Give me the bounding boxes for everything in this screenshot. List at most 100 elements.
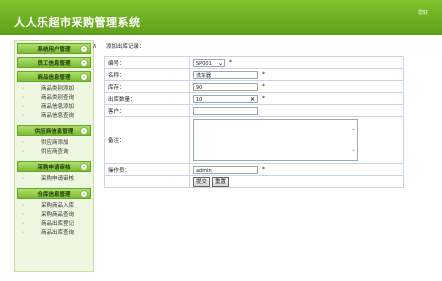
sidebar-item-label: 采购申请审核 xyxy=(41,176,75,182)
app-header: 人人乐超市采购管理系统 您好 xyxy=(0,0,442,35)
stock-cell: 90 * xyxy=(189,80,404,93)
app-title: 人人乐超市采购管理系统 xyxy=(14,16,141,29)
bullet-icon: ◦ xyxy=(22,104,25,110)
form-row-code: 编号： SP001 ⌄ * xyxy=(104,56,404,69)
sidebar-item-list: ◦ 采购申请审核 xyxy=(15,175,93,184)
operator-label: 操作员： xyxy=(104,163,190,176)
sidebar-section-label: 系统用户管理 xyxy=(37,46,71,53)
sidebar-section-1[interactable]: 员工信息管理 « xyxy=(17,57,91,68)
code-select[interactable]: SP001 ⌄ xyxy=(193,58,225,67)
sidebar-item[interactable]: ◦ 供应商查询 xyxy=(15,148,93,157)
scroll-up-icon[interactable]: ⌃ xyxy=(351,128,356,135)
code-cell: SP001 ⌄ * xyxy=(189,56,404,69)
customer-cell xyxy=(189,104,404,117)
collapse-toggle-icon[interactable]: » xyxy=(80,190,88,198)
submit-button[interactable]: 提交 xyxy=(193,176,211,187)
out-qty-label: 出库数量： xyxy=(104,92,190,105)
operator-input[interactable]: admin xyxy=(193,165,258,174)
sidebar-section-5[interactable]: 仓库信息管理 » xyxy=(17,188,91,199)
form-row-stock: 库存： 90 * xyxy=(104,80,404,93)
code-label: 编号： xyxy=(104,56,190,69)
sidebar-item-label: 商品类别查询 xyxy=(41,95,75,101)
collapse-toggle-icon[interactable]: » xyxy=(80,73,88,81)
sidebar-item[interactable]: ◦ 商品信息添加 xyxy=(15,103,93,112)
required-mark: * xyxy=(262,166,265,173)
actions-cell: 提交 重置 xyxy=(189,175,404,188)
sidebar-item[interactable]: ◦ 商品出库登记 xyxy=(15,220,93,229)
code-select-value: SP001 xyxy=(196,60,212,67)
clear-icon[interactable]: × xyxy=(250,96,255,104)
form-row-remark: 备注： ⌃ ⌄ xyxy=(104,116,404,164)
form-row-name: 名称： 洗车器 * xyxy=(104,68,404,81)
customer-label: 客户： xyxy=(104,104,190,117)
form-row-customer: 客户： xyxy=(104,104,404,117)
bullet-icon: ◦ xyxy=(22,113,25,119)
sidebar-section-label: 采购申请审核 xyxy=(37,164,71,171)
remark-cell: ⌃ ⌄ xyxy=(189,116,404,164)
stock-label: 库存： xyxy=(104,80,190,93)
sidebar-item-list: ◦ 供应商添加 ◦ 供应商查询 xyxy=(15,139,93,157)
form-row-out-qty: 出库数量： 10 × * xyxy=(104,92,404,105)
remark-textarea[interactable]: ⌃ ⌄ xyxy=(193,119,358,161)
sidebar-section-3[interactable]: 供应商信息管理 » xyxy=(17,125,91,136)
required-mark: * xyxy=(262,95,265,102)
sidebar-section-label: 供应商信息管理 xyxy=(34,128,74,135)
collapse-up-icon[interactable]: ∧ xyxy=(92,42,97,50)
sidebar-section-4[interactable]: 采购申请审核 » xyxy=(17,161,91,172)
sidebar-section-0[interactable]: 系统用户管理 « xyxy=(17,43,91,54)
bullet-icon: ◦ xyxy=(22,149,25,155)
sidebar-item[interactable]: ◦ 供应商添加 xyxy=(15,139,93,148)
actions-label-cell xyxy=(104,175,190,188)
bullet-icon: ◦ xyxy=(22,203,25,209)
collapse-toggle-icon[interactable]: » xyxy=(80,127,88,135)
form-row-actions: 提交 重置 xyxy=(104,175,404,188)
remark-label: 备注： xyxy=(104,116,190,164)
out-qty-value: 10 xyxy=(196,96,203,103)
sidebar-item[interactable]: ◦ 采购商品查询 xyxy=(15,211,93,220)
add-outbound-form: 编号： SP001 ⌄ * 名称： 洗车器 * 库存： 90 * 出库数量： 10 × * … xyxy=(104,56,404,188)
sidebar-item-label: 供应商查询 xyxy=(41,149,69,155)
stock-input[interactable]: 90 xyxy=(193,82,258,91)
sidebar-item[interactable]: ◦ 商品出库查询 xyxy=(15,229,93,238)
required-mark: * xyxy=(262,83,265,90)
bullet-icon: ◦ xyxy=(22,176,25,182)
name-input[interactable]: 洗车器 xyxy=(193,70,258,79)
required-mark: * xyxy=(262,71,265,78)
out-qty-cell: 10 × * xyxy=(189,92,404,105)
sidebar-section-2[interactable]: 商品信息管理 » xyxy=(17,71,91,82)
sidebar-item-label: 商品类别添加 xyxy=(41,86,75,92)
collapse-toggle-icon[interactable]: » xyxy=(80,163,88,171)
bullet-icon: ◦ xyxy=(22,86,25,92)
collapse-toggle-icon[interactable]: « xyxy=(80,45,88,53)
out-qty-input[interactable]: 10 × xyxy=(193,94,258,104)
customer-input[interactable] xyxy=(193,106,258,115)
sidebar-item-label: 商品出库查询 xyxy=(41,230,75,236)
sidebar-section-label: 员工信息管理 xyxy=(37,60,71,67)
chevron-down-icon: ⌄ xyxy=(217,59,223,67)
sidebar-item-label: 商品出库登记 xyxy=(41,221,75,227)
sidebar-item-list: ◦ 商品类别添加 ◦ 商品类别查询 ◦ 商品信息添加 ◦ 商品信息查询 xyxy=(15,85,93,121)
sidebar-item[interactable]: ◦ 商品类别查询 xyxy=(15,94,93,103)
sidebar-section-label: 仓库信息管理 xyxy=(37,191,71,198)
sidebar-item-label: 商品信息添加 xyxy=(41,104,75,110)
page-heading: 添加出库记录： xyxy=(106,44,145,50)
sidebar-item[interactable]: ◦ 采购申请审核 xyxy=(15,175,93,184)
sidebar: 系统用户管理 « 员工信息管理 « 商品信息管理 » ◦ 商品类别添加 ◦ 商品类别查询 ◦ 商品信息… xyxy=(14,40,94,272)
header-user-link[interactable]: 您好 xyxy=(418,9,428,16)
sidebar-item[interactable]: ◦ 商品类别添加 xyxy=(15,85,93,94)
collapse-toggle-icon[interactable]: « xyxy=(80,59,88,67)
required-mark: * xyxy=(229,59,232,66)
name-cell: 洗车器 * xyxy=(189,68,404,81)
operator-cell: admin * xyxy=(189,163,404,176)
scroll-down-icon[interactable]: ⌄ xyxy=(351,146,356,153)
bullet-icon: ◦ xyxy=(22,230,25,236)
sidebar-item-label: 采购商品入库 xyxy=(41,203,75,209)
reset-button[interactable]: 重置 xyxy=(212,176,230,187)
sidebar-item[interactable]: ◦ 采购商品入库 xyxy=(15,202,93,211)
name-label: 名称： xyxy=(104,68,190,81)
sidebar-item[interactable]: ◦ 商品信息查询 xyxy=(15,112,93,121)
sidebar-item-label: 采购商品查询 xyxy=(41,212,75,218)
bullet-icon: ◦ xyxy=(22,212,25,218)
bullet-icon: ◦ xyxy=(22,140,25,146)
bullet-icon: ◦ xyxy=(22,95,25,101)
